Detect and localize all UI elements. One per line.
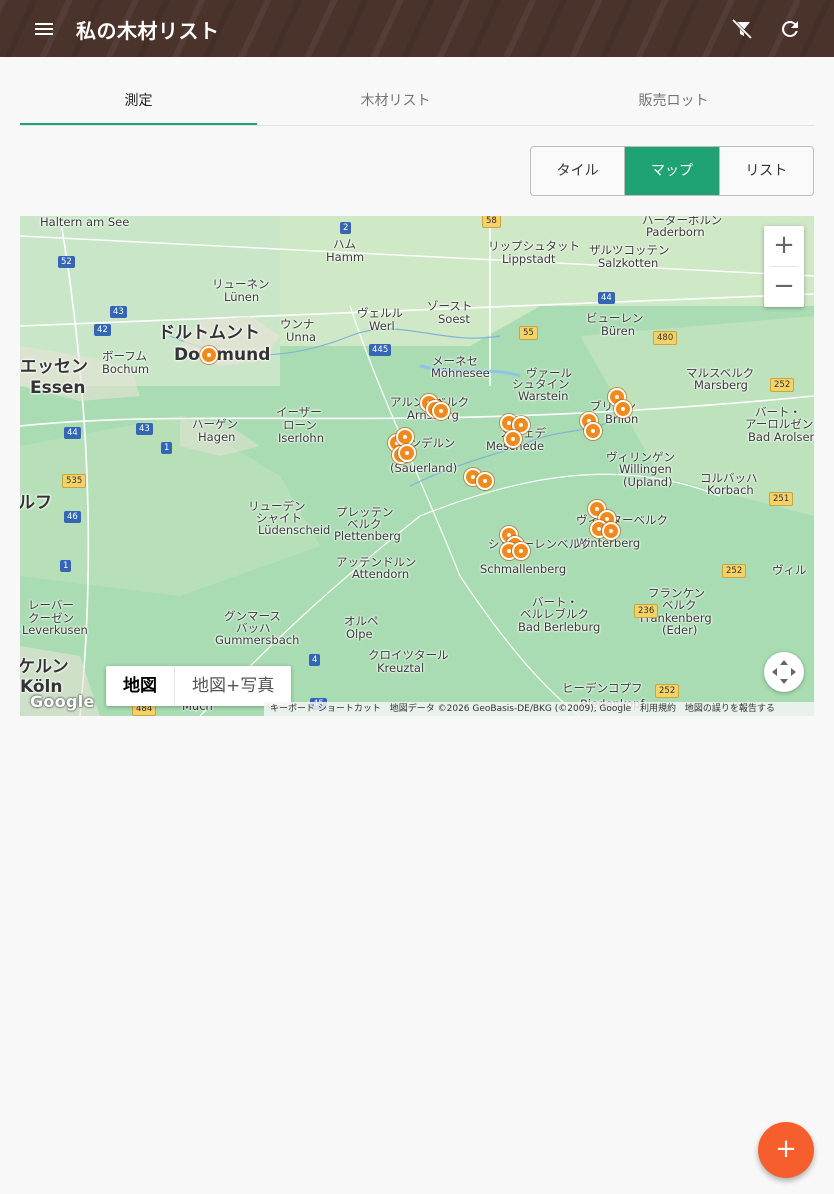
keyboard-shortcuts-link[interactable]: キーボード ショートカット <box>270 704 381 714</box>
map-data-text: 地図データ ©2026 GeoBasis-DE/BKG (©2009), Goo… <box>389 704 632 714</box>
map-marker-icon[interactable] <box>200 346 218 364</box>
city-label: Möhnesee <box>431 366 490 380</box>
city-label: ヴィル <box>772 563 807 577</box>
view-map-button[interactable]: マップ <box>624 147 719 195</box>
city-label: Bad Arolsen <box>748 430 814 444</box>
city-label: Dortmund <box>174 345 271 365</box>
city-label: Soest <box>438 312 470 326</box>
road-shield: 4 <box>309 654 321 666</box>
road-shield: 58 <box>482 216 501 228</box>
map-marker-icon[interactable] <box>398 444 416 462</box>
road-shield: 43 <box>136 423 153 435</box>
view-list-button[interactable]: リスト <box>718 147 813 195</box>
road-shield: 251 <box>769 492 794 506</box>
city-label: Bochum <box>102 362 150 376</box>
road-shield: 44 <box>598 292 615 304</box>
map-type-satellite-button[interactable]: 地図+写真 <box>175 666 291 706</box>
city-label: Werl <box>369 319 395 333</box>
road-shield: 480 <box>653 331 678 345</box>
road-shield: 2 <box>340 222 352 234</box>
add-icon: + <box>775 1134 797 1164</box>
city-label: Attendorn <box>352 567 410 581</box>
map-marker-icon[interactable] <box>602 522 620 540</box>
city-label: ドルトムント <box>158 323 260 343</box>
tab-indicator <box>20 123 257 125</box>
map-marker-icon[interactable] <box>432 402 450 420</box>
road-shield: 445 <box>369 344 392 356</box>
map-marker-icon[interactable] <box>512 542 530 560</box>
google-logo: Google <box>30 692 95 711</box>
city-label: Olpe <box>346 627 373 641</box>
city-label: Lippstadt <box>502 252 556 266</box>
road-shield: 42 <box>94 324 111 336</box>
app-title: 私の木材リスト <box>76 19 220 43</box>
city-label: Unna <box>286 330 317 344</box>
city-label: (Eder) <box>662 623 698 637</box>
map-view[interactable]: Haltern am See ハム Hamm リップシュタット Lippstad… <box>20 216 814 716</box>
city-label: Warstein <box>518 389 569 403</box>
city-label: Hagen <box>198 430 236 444</box>
map-type-control: 地図 地図+写真 <box>106 666 292 706</box>
road-shield: 252 <box>722 564 747 578</box>
view-toggle: タイル マップ リスト <box>530 146 814 196</box>
city-label: Kreuztal <box>377 661 425 675</box>
road-shield: 1 <box>60 560 72 572</box>
city-label: Schmallenberg <box>480 562 567 576</box>
camera-control-icon[interactable] <box>764 652 804 692</box>
filter-off-icon[interactable] <box>730 17 754 41</box>
tab-sales-lots[interactable]: 販売ロット <box>555 78 792 126</box>
city-label: Paderborn <box>646 225 705 239</box>
city-label: Gummersbach <box>215 633 300 647</box>
road-shield: 236 <box>634 604 659 618</box>
city-label: Bad Berleburg <box>518 620 601 634</box>
map-type-map-button[interactable]: 地図 <box>106 666 175 706</box>
city-label: Lüdenscheid <box>258 523 331 537</box>
city-label: (Upland) <box>623 475 673 489</box>
road-shield: 1 <box>161 442 173 454</box>
zoom-out-button[interactable]: − <box>764 267 804 307</box>
city-label: Essen <box>30 378 86 398</box>
map-marker-icon[interactable] <box>476 472 494 490</box>
report-error-link[interactable]: 地図の誤りを報告する <box>685 704 775 714</box>
zoom-in-button[interactable]: + <box>764 226 804 266</box>
tab-bar: 測定 木材リスト 販売ロット <box>20 78 814 126</box>
map-marker-icon[interactable] <box>614 400 632 418</box>
map-marker-icon[interactable] <box>504 430 522 448</box>
city-label: Hamm <box>326 250 365 264</box>
city-label: ルフ <box>20 493 52 513</box>
road-shield: 55 <box>519 326 538 340</box>
road-shield: 252 <box>655 684 680 698</box>
city-label: ケルン <box>20 657 69 677</box>
road-shield: 535 <box>62 474 87 488</box>
tab-wood-list[interactable]: 木材リスト <box>277 78 514 126</box>
city-label: Plettenberg <box>334 529 401 543</box>
refresh-icon[interactable] <box>778 17 802 41</box>
city-label: Lünen <box>224 290 260 304</box>
menu-icon[interactable] <box>32 17 56 41</box>
road-shield: 44 <box>64 427 81 439</box>
city-label: Iserlohn <box>278 431 324 445</box>
view-tile-button[interactable]: タイル <box>531 147 624 195</box>
city-label: Büren <box>601 324 636 338</box>
zoom-control: + − <box>764 226 804 307</box>
tab-measurement[interactable]: 測定 <box>20 78 257 126</box>
road-shield: 46 <box>64 511 81 523</box>
app-bar: 私の木材リスト <box>0 0 834 57</box>
add-button[interactable]: + <box>758 1122 814 1178</box>
city-label: Salzkotten <box>598 256 659 270</box>
city-label: Leverkusen <box>22 623 88 637</box>
road-shield: 52 <box>58 256 75 268</box>
city-label: Marsberg <box>694 378 748 392</box>
map-attribution: キーボード ショートカット 地図データ ©2026 GeoBasis-DE/BK… <box>264 702 814 716</box>
road-shield: 252 <box>770 378 795 392</box>
city-label: ヒーデンコプフ <box>562 681 643 695</box>
road-shield: 43 <box>110 306 127 318</box>
city-label: Korbach <box>707 483 754 497</box>
city-label: Haltern am See <box>40 216 130 229</box>
terms-link[interactable]: 利用規約 <box>640 704 676 714</box>
map-marker-icon[interactable] <box>584 422 602 440</box>
city-label: エッセン <box>20 357 88 377</box>
